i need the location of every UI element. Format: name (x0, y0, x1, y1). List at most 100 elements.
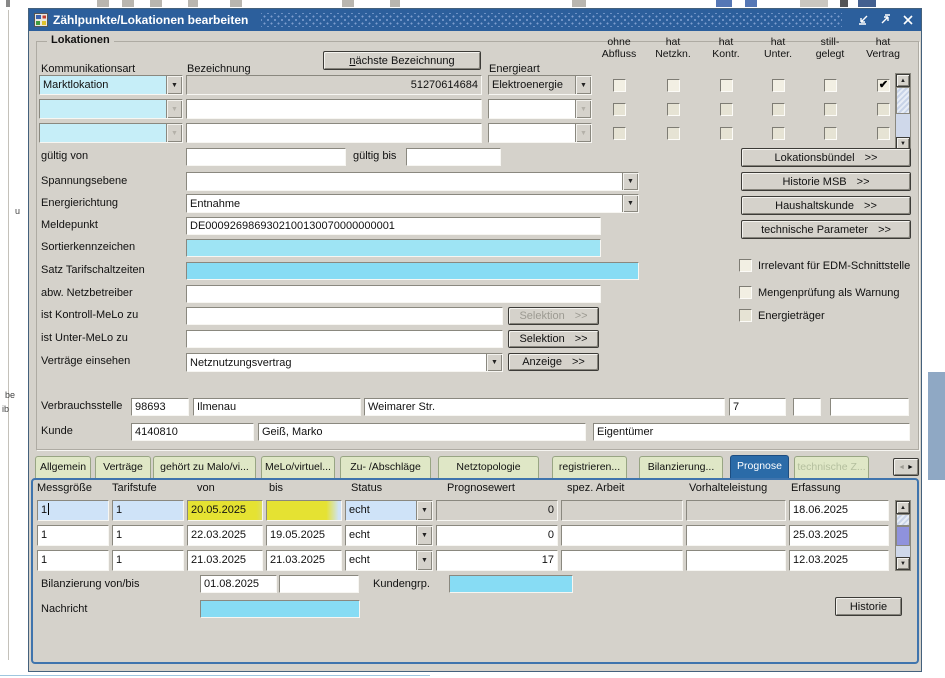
von-cell-row1[interactable]: 20.05.2025 (187, 500, 263, 521)
dropdown-arrow-icon[interactable]: ▼ (486, 354, 502, 371)
verbrauchsstelle-zusatz1-field[interactable] (793, 398, 821, 416)
vorhalteleistung-cell-row2[interactable] (686, 525, 786, 546)
haushaltskunde-button[interactable]: Haushaltskunde>> (741, 196, 911, 215)
dropdown-arrow-icon[interactable]: ▼ (416, 551, 432, 570)
checkbox-hat-kontr-row1[interactable] (720, 79, 733, 92)
close-icon[interactable] (899, 13, 916, 28)
status-select-row1[interactable]: echt ▼ (345, 500, 433, 521)
kunde-rolle-field[interactable]: Eigentümer (593, 423, 910, 441)
checkbox-hat-kontr-row2[interactable] (720, 103, 733, 116)
scrollbar-thumb[interactable] (896, 526, 910, 546)
dropdown-arrow-icon[interactable]: ▼ (166, 100, 182, 118)
ist-unter-melo-field[interactable] (186, 330, 503, 348)
checkbox-hat-netzkn-row2[interactable] (667, 103, 680, 116)
messgroesse-cell-row3[interactable]: 1 (37, 550, 109, 571)
checkbox-ohne-abfluss-row3[interactable] (613, 127, 626, 140)
bis-cell-row3[interactable]: 21.03.2025 (266, 550, 342, 571)
tab-allgemein[interactable]: Allgemein (35, 456, 91, 478)
checkbox-hat-vertrag-row1[interactable]: ✔ (877, 79, 890, 92)
kommunikationsart-select-row3[interactable]: ▼ (39, 123, 183, 143)
restore-icon[interactable] (877, 13, 894, 28)
lokationsbuendel-button[interactable]: Lokationsbündel>> (741, 148, 911, 167)
selektion-unter-button[interactable]: Selektion>> (508, 330, 599, 348)
prognose-table-scrollbar[interactable]: ▲ ▼ (895, 500, 911, 571)
nachricht-field[interactable] (200, 600, 360, 618)
energierichtung-select[interactable]: Entnahme ▼ (186, 194, 639, 213)
dropdown-arrow-icon[interactable]: ▼ (575, 100, 591, 118)
dropdown-arrow-icon[interactable]: ▼ (622, 195, 638, 212)
anzeige-button[interactable]: Anzeige>> (508, 353, 599, 371)
status-select-row2[interactable]: echt ▼ (345, 525, 433, 546)
tab-vertraege[interactable]: Verträge (95, 456, 151, 478)
vertraege-einsehen-select[interactable]: Netznutzungsvertrag ▼ (186, 353, 503, 372)
gueltig-bis-field[interactable] (406, 148, 501, 166)
bilanzierung-bis-field[interactable] (279, 575, 359, 593)
erfassung-cell-row3[interactable]: 12.03.2025 (789, 550, 889, 571)
bis-cell-row2[interactable]: 19.05.2025 (266, 525, 342, 546)
tab-prognose[interactable]: Prognose (730, 455, 789, 478)
erfassung-cell-row2[interactable]: 25.03.2025 (789, 525, 889, 546)
satz-tarifschaltzeiten-field[interactable] (186, 262, 639, 280)
checkbox-hat-kontr-row3[interactable] (720, 127, 733, 140)
scroll-up-icon[interactable]: ▲ (896, 501, 910, 514)
minimize-icon[interactable] (855, 13, 872, 28)
dropdown-arrow-icon[interactable]: ▼ (575, 76, 591, 94)
checkbox-mengenpruefung[interactable] (739, 286, 752, 299)
bezeichnung-field-row1[interactable]: 51270614684 (186, 75, 482, 95)
checkbox-hat-unter-row2[interactable] (772, 103, 785, 116)
checkbox-hat-unter-row1[interactable] (772, 79, 785, 92)
checkbox-stillgelegt-row1[interactable] (824, 79, 837, 92)
sortierkennzeichen-field[interactable] (186, 239, 601, 257)
erfassung-cell-row1[interactable]: 18.06.2025 (789, 500, 889, 521)
spez-arbeit-cell-row3[interactable] (561, 550, 683, 571)
tarifstufe-cell-row1[interactable]: 1 (112, 500, 184, 521)
checkbox-energietraeger[interactable] (739, 309, 752, 322)
historie-msb-button[interactable]: Historie MSB>> (741, 172, 911, 191)
historie-button[interactable]: Historie (835, 597, 902, 616)
dropdown-arrow-icon[interactable]: ▼ (416, 526, 432, 545)
tarifstufe-cell-row2[interactable]: 1 (112, 525, 184, 546)
dropdown-arrow-icon[interactable]: ▼ (166, 124, 182, 142)
checkbox-hat-vertrag-row2[interactable] (877, 103, 890, 116)
bezeichnung-field-row2[interactable] (186, 99, 482, 119)
tab-bilanzierung[interactable]: Bilanzierung... (639, 456, 723, 478)
status-select-row3[interactable]: echt ▼ (345, 550, 433, 571)
vorhalteleistung-cell-row3[interactable] (686, 550, 786, 571)
kunde-name-field[interactable]: Geiß, Marko (258, 423, 586, 441)
gueltig-von-field[interactable] (186, 148, 346, 166)
dropdown-arrow-icon[interactable]: ▼ (166, 76, 182, 94)
tab-netztopologie[interactable]: Netztopologie (438, 456, 539, 478)
checkbox-hat-netzkn-row3[interactable] (667, 127, 680, 140)
dropdown-arrow-icon[interactable]: ▼ (575, 124, 591, 142)
checkbox-hat-netzkn-row1[interactable] (667, 79, 680, 92)
checkbox-ohne-abfluss-row1[interactable] (613, 79, 626, 92)
tab-zu-abschlaege[interactable]: Zu- /Abschläge (340, 456, 431, 478)
checkbox-hat-unter-row3[interactable] (772, 127, 785, 140)
verbrauchsstelle-nr-field[interactable]: 98693 (131, 398, 189, 416)
kundengrp-field[interactable] (449, 575, 573, 593)
tab-gehoert-zu-malo[interactable]: gehört zu Malo/vi... (153, 456, 256, 478)
checkbox-stillgelegt-row3[interactable] (824, 127, 837, 140)
checkbox-stillgelegt-row2[interactable] (824, 103, 837, 116)
energieart-select-row1[interactable]: Elektroenergie ▼ (488, 75, 592, 95)
verbrauchsstelle-hausnr-field[interactable]: 7 (729, 398, 786, 416)
checkbox-irrelevant-edm[interactable] (739, 259, 752, 272)
tab-scroll-button[interactable]: ◄ ► (893, 458, 919, 476)
verbrauchsstelle-zusatz2-field[interactable] (830, 398, 909, 416)
von-cell-row2[interactable]: 22.03.2025 (187, 525, 263, 546)
scrollbar-track-hatch[interactable] (896, 514, 910, 526)
energieart-select-row3[interactable]: ▼ (488, 123, 592, 143)
lokationen-scrollbar[interactable]: ▲ ▼ (895, 73, 911, 151)
von-cell-row3[interactable]: 21.03.2025 (187, 550, 263, 571)
prognosewert-cell-row2[interactable]: 0 (436, 525, 558, 546)
verbrauchsstelle-strasse-field[interactable]: Weimarer Str. (364, 398, 725, 416)
spannungsebene-select[interactable]: ▼ (186, 172, 639, 191)
dropdown-arrow-icon[interactable]: ▼ (416, 501, 432, 520)
scroll-down-icon[interactable]: ▼ (896, 557, 910, 570)
bis-cell-row1[interactable] (266, 500, 342, 521)
naechste-bezeichnung-button[interactable]: nächste Bezeichnung (323, 51, 481, 70)
dropdown-arrow-icon[interactable]: ▼ (622, 173, 638, 190)
kommunikationsart-select-row1[interactable]: Marktlokation ▼ (39, 75, 183, 95)
bezeichnung-field-row3[interactable] (186, 123, 482, 143)
scrollbar-thumb[interactable] (896, 87, 910, 114)
